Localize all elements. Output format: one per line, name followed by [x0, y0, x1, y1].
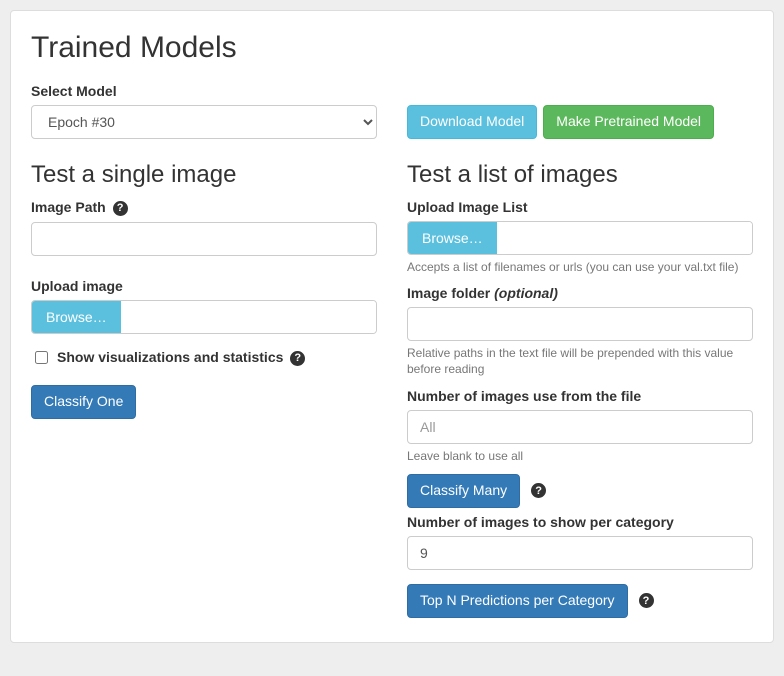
single-heading: Test a single image — [31, 161, 377, 189]
upload-image-group: Browse… — [31, 300, 377, 334]
upload-list-label: Upload Image List — [407, 199, 753, 215]
trained-models-panel: Trained Models Select Model Epoch #30 Do… — [10, 10, 774, 643]
classify-many-button[interactable]: Classify Many — [407, 474, 520, 508]
question-circle-icon[interactable]: ? — [290, 351, 305, 366]
image-path-input[interactable] — [31, 222, 377, 256]
question-circle-icon[interactable]: ? — [531, 483, 546, 498]
num-images-input[interactable] — [407, 410, 753, 444]
per-category-label: Number of images to show per category — [407, 514, 753, 530]
upload-image-filename — [121, 301, 376, 333]
page-title: Trained Models — [31, 31, 753, 65]
upload-list-filename — [497, 222, 752, 254]
upload-image-browse-button[interactable]: Browse… — [32, 301, 121, 333]
show-visualizations-label: Show visualizations and statistics ? — [57, 349, 305, 366]
num-images-label: Number of images use from the file — [407, 388, 753, 404]
top-n-predictions-button[interactable]: Top N Predictions per Category — [407, 584, 628, 618]
show-visualizations-checkbox[interactable] — [35, 351, 48, 364]
per-category-input[interactable] — [407, 536, 753, 570]
image-folder-help: Relative paths in the text file will be … — [407, 345, 753, 377]
upload-list-browse-button[interactable]: Browse… — [408, 222, 497, 254]
classify-one-button[interactable]: Classify One — [31, 385, 136, 419]
image-folder-input[interactable] — [407, 307, 753, 341]
make-pretrained-button[interactable]: Make Pretrained Model — [543, 105, 714, 139]
select-model-label: Select Model — [31, 83, 377, 99]
download-model-button[interactable]: Download Model — [407, 105, 537, 139]
select-model-dropdown[interactable]: Epoch #30 — [31, 105, 377, 139]
image-path-label: Image Path ? — [31, 199, 377, 216]
question-circle-icon[interactable]: ? — [113, 201, 128, 216]
num-images-help: Leave blank to use all — [407, 448, 753, 464]
upload-list-help: Accepts a list of filenames or urls (you… — [407, 259, 753, 275]
list-heading: Test a list of images — [407, 161, 753, 189]
question-circle-icon[interactable]: ? — [639, 593, 654, 608]
upload-image-label: Upload image — [31, 278, 377, 294]
image-folder-label: Image folder (optional) — [407, 285, 753, 301]
upload-list-group: Browse… — [407, 221, 753, 255]
